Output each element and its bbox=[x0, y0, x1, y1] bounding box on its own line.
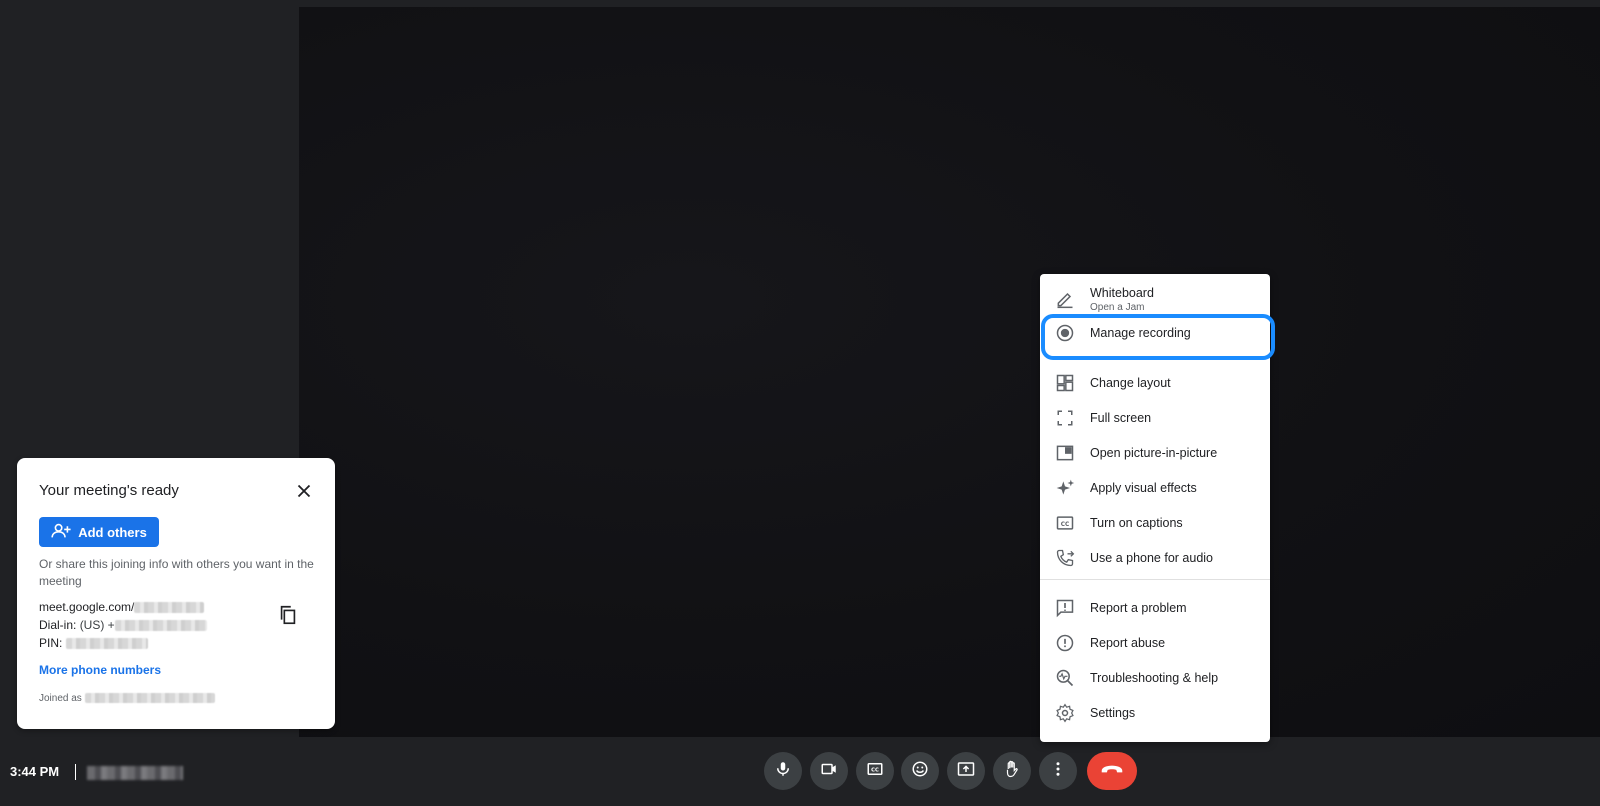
sparkle-icon bbox=[1054, 477, 1076, 499]
menu-item-report-abuse[interactable]: Report abuse bbox=[1040, 626, 1270, 660]
svg-text:CC: CC bbox=[1061, 522, 1070, 528]
video-stage bbox=[299, 7, 1600, 737]
menu-item-captions[interactable]: CC Turn on captions bbox=[1040, 506, 1270, 540]
menu-item-visual-effects[interactable]: Apply visual effects bbox=[1040, 471, 1270, 505]
divider bbox=[75, 764, 76, 780]
menu-item-settings[interactable]: Settings bbox=[1040, 696, 1270, 730]
captions-icon: CC bbox=[866, 760, 884, 783]
share-instructions: Or share this joining info with others y… bbox=[39, 557, 314, 588]
menu-item-full-screen[interactable]: Full screen bbox=[1040, 401, 1270, 435]
feedback-icon bbox=[1054, 597, 1076, 619]
menu-item-troubleshooting[interactable]: Troubleshooting & help bbox=[1040, 661, 1270, 695]
clock: 3:44 PM bbox=[10, 764, 60, 779]
fullscreen-icon bbox=[1054, 407, 1076, 429]
dial-in-line: Dial-in: (US) + bbox=[39, 616, 207, 634]
emoji-icon bbox=[911, 760, 929, 783]
camera-icon bbox=[820, 760, 838, 783]
add-others-label: Add others bbox=[78, 524, 147, 540]
hang-up-icon bbox=[1100, 762, 1124, 781]
layout-icon bbox=[1054, 372, 1076, 394]
reactions-button[interactable] bbox=[901, 752, 939, 790]
camera-button[interactable] bbox=[810, 752, 848, 790]
svg-text:CC: CC bbox=[871, 767, 879, 773]
meet-link[interactable]: meet.google.com/ bbox=[39, 598, 207, 616]
microphone-icon bbox=[774, 760, 792, 783]
more-options-button[interactable] bbox=[1039, 752, 1077, 790]
meeting-ready-card: Your meeting's ready Add others Or share… bbox=[17, 458, 335, 729]
pencil-icon bbox=[1054, 288, 1076, 310]
phone-icon bbox=[1054, 547, 1076, 569]
more-phone-numbers-link[interactable]: More phone numbers bbox=[39, 663, 161, 677]
menu-item-picture-in-picture[interactable]: Open picture-in-picture bbox=[1040, 436, 1270, 470]
present-screen-icon bbox=[957, 760, 975, 783]
alert-icon bbox=[1054, 632, 1076, 654]
meeting-ready-title: Your meeting's ready bbox=[39, 482, 179, 499]
menu-item-whiteboard[interactable]: Whiteboard Open a Jam bbox=[1040, 280, 1270, 318]
menu-item-change-layout[interactable]: Change layout bbox=[1040, 366, 1270, 400]
troubleshoot-icon bbox=[1054, 667, 1076, 689]
add-person-icon bbox=[51, 523, 71, 542]
more-options-menu: Whiteboard Open a Jam Manage recording C… bbox=[1040, 274, 1270, 742]
menu-item-phone-audio[interactable]: Use a phone for audio bbox=[1040, 541, 1270, 575]
pip-icon bbox=[1054, 442, 1076, 464]
menu-item-manage-recording[interactable]: Manage recording bbox=[1040, 316, 1270, 350]
leave-call-button[interactable] bbox=[1087, 752, 1137, 790]
close-icon[interactable] bbox=[293, 480, 315, 502]
gear-icon bbox=[1054, 702, 1076, 724]
menu-item-report-problem[interactable]: Report a problem bbox=[1040, 591, 1270, 625]
captions-icon: CC bbox=[1054, 512, 1076, 534]
meeting-code-redacted bbox=[87, 766, 183, 780]
add-others-button[interactable]: Add others bbox=[39, 517, 159, 547]
raise-hand-button[interactable] bbox=[993, 752, 1031, 790]
record-icon bbox=[1054, 322, 1076, 344]
present-button[interactable] bbox=[947, 752, 985, 790]
more-vert-icon bbox=[1049, 760, 1067, 783]
captions-button[interactable]: CC bbox=[856, 752, 894, 790]
copy-icon[interactable] bbox=[277, 604, 299, 626]
joined-as: Joined as bbox=[39, 693, 215, 704]
menu-divider bbox=[1040, 579, 1270, 580]
joining-info: meet.google.com/ Dial-in: (US) + PIN: bbox=[39, 598, 207, 652]
hand-icon bbox=[1003, 760, 1021, 783]
pin-line: PIN: bbox=[39, 634, 207, 652]
microphone-button[interactable] bbox=[764, 752, 802, 790]
